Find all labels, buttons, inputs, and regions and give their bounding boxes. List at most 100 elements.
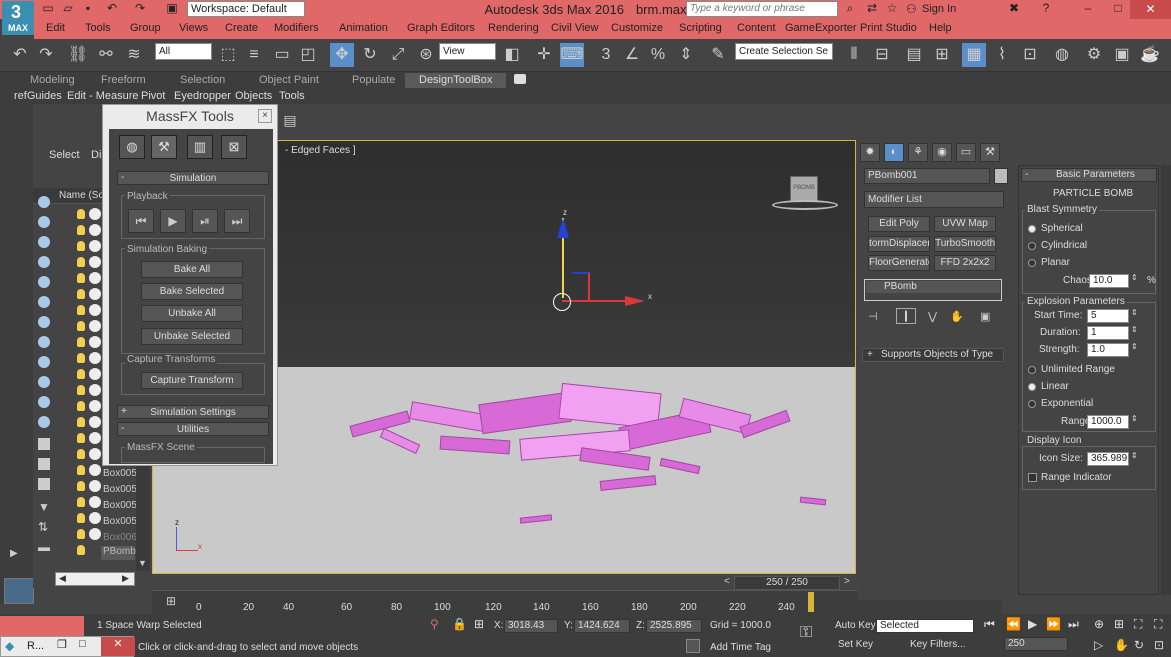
subtab-tools[interactable]: Tools — [279, 90, 305, 102]
menu-civil-view[interactable]: Civil View — [551, 22, 598, 34]
massfx-title[interactable]: MassFX Tools — [103, 105, 277, 127]
pbomb-center-icon[interactable] — [553, 293, 571, 311]
curve-editor-icon[interactable]: ⌇ — [990, 43, 1014, 67]
workspace-dropdown[interactable]: Workspace: Default — [187, 1, 305, 17]
spherical-label[interactable]: Spherical — [1041, 223, 1083, 234]
list-item[interactable]: Box006 — [103, 532, 137, 543]
horizontal-scrollbar[interactable]: ◀ ▶ — [55, 572, 135, 586]
tab-object-paint[interactable]: Object Paint — [259, 74, 319, 86]
rendered-frame-icon[interactable]: ▣ — [1110, 43, 1134, 67]
app-logo[interactable]: MAX — [2, 1, 34, 35]
binoculars-icon[interactable]: ⌕ — [842, 1, 858, 17]
menu-rendering[interactable]: Rendering — [488, 22, 539, 34]
menu-graph-editors[interactable]: Graph Editors — [407, 22, 475, 34]
modifier-stack[interactable]: PBomb — [864, 279, 1002, 301]
capture-transform-button[interactable]: Capture Transform — [141, 372, 243, 389]
visibility-bulb-icon[interactable] — [77, 289, 85, 299]
render-toggle-icon[interactable] — [89, 384, 101, 396]
save-icon[interactable]: ▪ — [80, 1, 96, 17]
render-toggle-icon[interactable] — [89, 288, 101, 300]
goto-start-icon[interactable]: ⏮ — [984, 617, 995, 632]
time-slider[interactable]: 250 / 250 — [734, 576, 840, 590]
display-groups-icon[interactable] — [38, 376, 50, 388]
visibility-bulb-icon[interactable] — [77, 241, 85, 251]
unlimited-range-label[interactable]: Unlimited Range — [1041, 364, 1115, 375]
menu-tools[interactable]: Tools — [85, 22, 111, 34]
user-icon[interactable]: ⚇ — [906, 2, 917, 16]
render-toggle-icon[interactable] — [89, 448, 101, 460]
window-close-button[interactable]: ✕ — [1130, 0, 1171, 19]
display-tab[interactable]: Di — [91, 149, 101, 161]
exchange-icon[interactable]: ⇄ — [864, 1, 880, 17]
fov-icon[interactable]: ▷ — [1094, 638, 1103, 652]
turbosmooth-button[interactable]: TurboSmooth — [934, 236, 996, 252]
align-icon[interactable]: ⊟ — [870, 43, 894, 67]
new-file-icon[interactable]: ▭ — [40, 1, 56, 17]
pan-icon[interactable]: ✋ — [1114, 638, 1129, 652]
maxscript-listener[interactable] — [0, 616, 84, 636]
tab-motion[interactable]: ◉ — [932, 143, 952, 162]
set-key-icon[interactable]: ⚿ — [800, 624, 812, 642]
layer-manager-icon[interactable]: ▤ — [902, 43, 926, 67]
orbit-icon[interactable]: ↻ — [1134, 638, 1144, 652]
tab-create[interactable]: ✸ — [860, 143, 880, 162]
key-filters-button[interactable]: Key Filters... — [910, 639, 966, 650]
duration-arrows[interactable]: ⇕ — [1131, 325, 1138, 334]
taskbar-item[interactable]: ◆ R... ❐ □ ✕ — [0, 636, 135, 657]
expand-arrow-icon[interactable]: ▶ — [10, 548, 18, 559]
rotate-tool-icon[interactable]: ↻ — [358, 43, 382, 67]
material-editor-icon[interactable]: ◍ — [1050, 43, 1074, 67]
window-crossing-icon[interactable]: ◰ — [296, 43, 320, 67]
move-tool-icon[interactable]: ✥ — [330, 43, 354, 67]
configure-sets-icon[interactable]: ▣ — [980, 310, 990, 323]
visibility-bulb-icon[interactable] — [77, 353, 85, 363]
render-toggle-icon[interactable] — [89, 256, 101, 268]
subtab-eyedropper[interactable]: Eyedropper — [174, 90, 231, 102]
visibility-bulb-icon[interactable] — [77, 449, 85, 459]
auto-key-button[interactable]: Auto Key — [835, 620, 876, 631]
select-tab[interactable]: Select — [49, 149, 80, 161]
angle-snap-icon[interactable]: ∠ — [620, 43, 644, 67]
visibility-bulb-icon[interactable] — [77, 225, 85, 235]
redo-icon[interactable]: ↷ — [34, 43, 58, 67]
render-toggle-icon[interactable] — [89, 528, 101, 540]
visibility-bulb-icon[interactable] — [77, 273, 85, 283]
scroll-down-icon[interactable]: ▼ — [138, 558, 147, 568]
visibility-bulb-icon[interactable] — [77, 545, 85, 555]
scale-tool-icon[interactable]: ⤢ — [386, 43, 410, 67]
display-cameras-icon[interactable] — [38, 316, 50, 328]
rollout-header[interactable]: - Basic Parameters — [1021, 168, 1157, 182]
gizmo-x-arrow[interactable] — [625, 296, 645, 306]
bake-selected-button[interactable]: Bake Selected — [141, 283, 243, 300]
render-toggle-icon[interactable] — [89, 416, 101, 428]
massfx-tools-window[interactable]: MassFX Tools × ◍ ⚒ ▥ ⊠ Simulation - Play… — [102, 104, 278, 466]
select-place-icon[interactable]: ⊛ — [414, 43, 438, 67]
simulation-settings-rollout[interactable]: Simulation Settings — [117, 405, 269, 419]
menu-modifiers[interactable]: Modifiers — [274, 22, 319, 34]
menu-print-studio[interactable]: Print Studio — [860, 22, 917, 34]
start-without-animation-icon[interactable]: ⏯ — [192, 209, 218, 233]
strength-spinner[interactable]: 1.0 — [1087, 343, 1129, 357]
set-key-button[interactable]: Set Key — [838, 639, 873, 650]
list-item[interactable]: Box005 — [103, 484, 137, 495]
subtab-refguides[interactable]: refGuides — [14, 90, 62, 102]
isolate-icon[interactable]: ⚲ — [430, 617, 439, 631]
prev-key-icon[interactable]: ⏪ — [1006, 617, 1021, 631]
render-toggle-icon[interactable] — [89, 432, 101, 444]
toggle-ribbon-icon[interactable]: ▦ — [962, 43, 986, 67]
minimize-icon[interactable]: – — [1080, 1, 1096, 17]
visibility-bulb-icon[interactable] — [77, 337, 85, 347]
mini-curve-editor-icon[interactable]: ⊞ — [166, 594, 176, 608]
visibility-bulb-icon[interactable] — [77, 529, 85, 539]
tab-utilities[interactable]: ⚒ — [980, 143, 1000, 162]
keyboard-shortcut-override-icon[interactable]: ⌨ — [560, 43, 584, 67]
project-folder-icon[interactable]: ▣ — [164, 1, 180, 17]
lock-selection-icon[interactable]: 🔒 — [452, 617, 467, 631]
time-tag-icon[interactable] — [686, 639, 700, 653]
unbake-all-button[interactable]: Unbake All — [141, 305, 243, 322]
maximize-viewport-icon[interactable]: ⊡ — [1154, 638, 1164, 652]
range-arrows[interactable]: ⇕ — [1131, 414, 1138, 423]
taskbar-restore-icon[interactable]: ❐ — [57, 638, 67, 651]
visibility-bulb-icon[interactable] — [77, 497, 85, 507]
modifier-list-dropdown[interactable]: Modifier List — [864, 191, 1004, 208]
